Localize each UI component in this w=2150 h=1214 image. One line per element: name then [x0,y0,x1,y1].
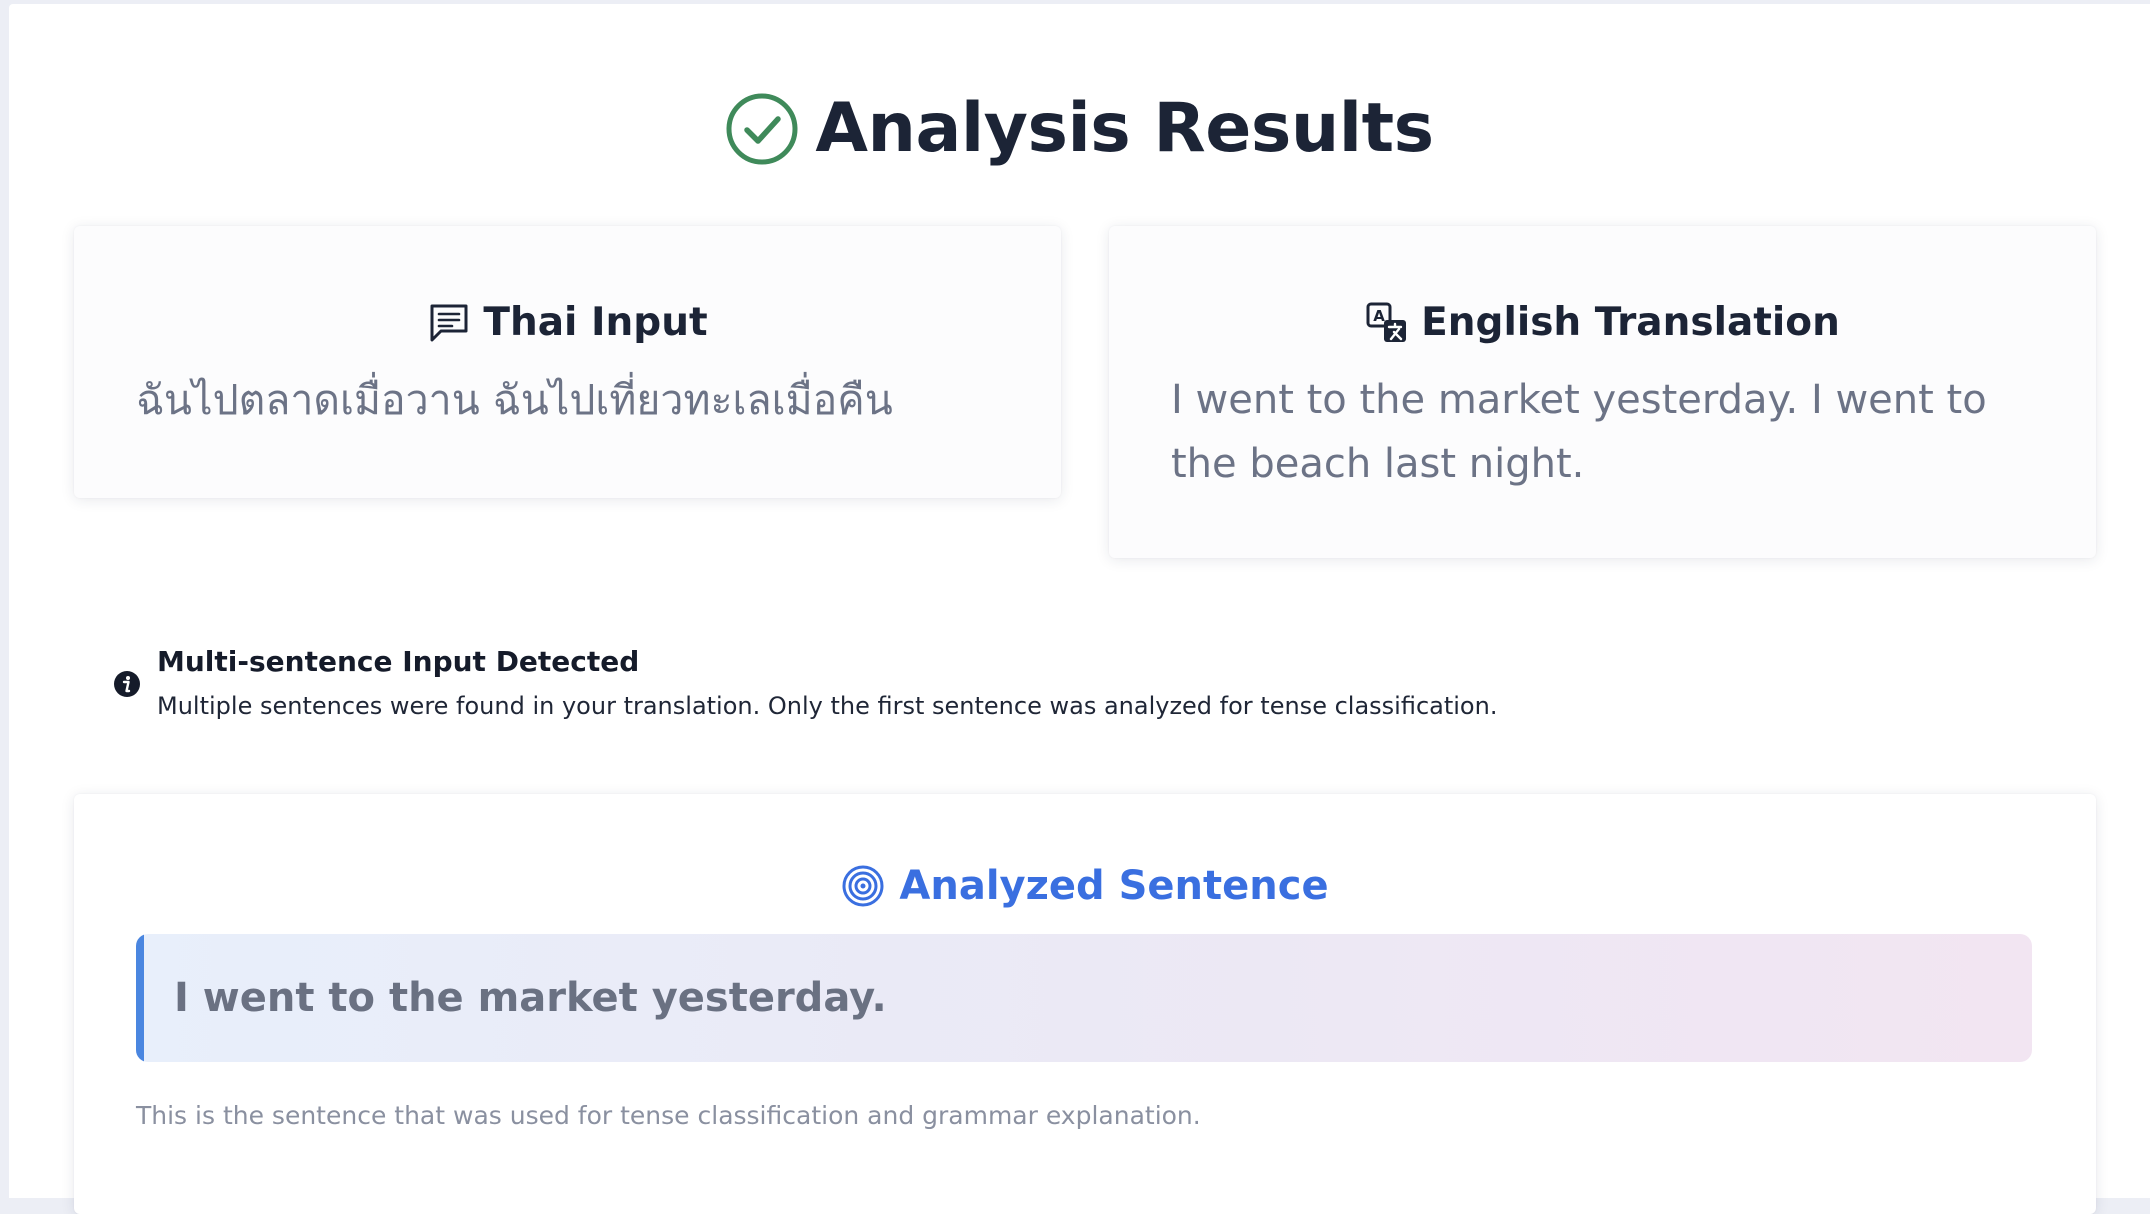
thai-input-heading: Thai Input [483,300,708,345]
info-icon [114,671,140,697]
thai-input-text: ฉันไปตลาดเมื่อวาน ฉันไปเที่ยวทะเลเมื่อคื… [136,376,893,424]
check-circle-icon [726,93,798,165]
analyzed-sentence-card: Analyzed Sentence I went to the market y… [74,794,2096,1214]
analysis-results-page: Analysis Results Thai Input ฉันไปตลาดเมื… [9,4,2150,1214]
target-icon [842,865,884,907]
analyzed-sentence-heading: Analyzed Sentence [899,863,1329,909]
page-header: Analysis Results [9,84,2150,174]
analyzed-sentence-header: Analyzed Sentence [74,860,2096,912]
analyzed-sentence-text: I went to the market yesterday. [174,975,887,1021]
analyzed-sentence-box: I went to the market yesterday. [136,934,2032,1062]
thai-input-header: Thai Input [74,298,1061,348]
notice-message: Multiple sentences were found in your tr… [157,692,1498,720]
english-translation-heading: English Translation [1421,300,1840,345]
english-translation-header: A English Translation [1109,298,2096,348]
thai-input-card: Thai Input ฉันไปตลาดเมื่อวาน ฉันไปเที่ยว… [74,226,1061,498]
notice-title: Multi-sentence Input Detected [157,645,640,678]
english-translation-card: A English Translation I went to the mark… [1109,226,2096,558]
english-translation-text: I went to the market yesterday. I went t… [1171,377,1987,487]
analyzed-sentence-caption: This is the sentence that was used for t… [136,1101,1201,1130]
page-title: Analysis Results [815,89,1434,168]
message-square-icon [430,304,468,342]
translate-icon: A [1366,302,1407,342]
svg-text:A: A [1373,307,1385,325]
accent-bar [136,934,144,1062]
